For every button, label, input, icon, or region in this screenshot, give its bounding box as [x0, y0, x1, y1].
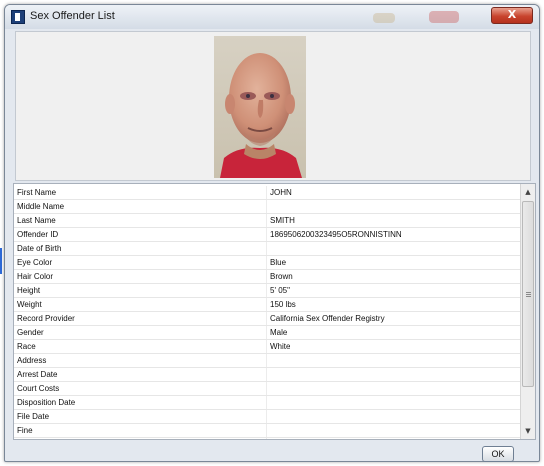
- field-value: 5' 05": [270, 286, 290, 295]
- table-row[interactable]: Offense Description 288(a) - LEWD OR LASC…: [14, 438, 520, 439]
- details-rows: First Name JOHN Middle Name Last Name SMITH O…: [14, 186, 520, 439]
- column-divider: [266, 270, 267, 283]
- field-label: Address: [17, 356, 47, 365]
- table-row[interactable]: File Date: [14, 410, 520, 424]
- table-row[interactable]: Weight 150 lbs: [14, 298, 520, 312]
- column-divider: [266, 298, 267, 311]
- field-label: File Date: [17, 412, 50, 421]
- column-divider: [266, 284, 267, 297]
- field-value: JOHN: [270, 188, 292, 197]
- ok-button[interactable]: OK: [482, 446, 514, 462]
- app-icon: [11, 10, 25, 24]
- portrait-image: [214, 36, 306, 178]
- blurred-icon: [429, 11, 459, 23]
- field-label: Race: [17, 342, 36, 351]
- background-window-edge: [0, 248, 2, 274]
- table-row[interactable]: Hair Color Brown: [14, 270, 520, 284]
- close-button[interactable]: X: [491, 7, 533, 24]
- scroll-down-arrow-icon[interactable]: ▼: [522, 425, 534, 437]
- field-value: California Sex Offender Registry: [270, 314, 385, 323]
- field-value: Male: [270, 328, 288, 337]
- column-divider: [266, 256, 267, 269]
- field-value: Blue: [270, 258, 287, 267]
- field-value: Brown: [270, 272, 293, 281]
- field-label: Offense Description: [17, 438, 87, 439]
- field-label: Date of Birth: [17, 244, 62, 253]
- table-row[interactable]: Address: [14, 354, 520, 368]
- table-row[interactable]: Last Name SMITH: [14, 214, 520, 228]
- field-label: Offender ID: [17, 230, 59, 239]
- field-label: Last Name: [17, 216, 56, 225]
- column-divider: [266, 368, 267, 381]
- title-bar[interactable]: Sex Offender List X: [5, 5, 539, 29]
- field-label: Middle Name: [17, 202, 65, 211]
- field-label: Arrest Date: [17, 370, 58, 379]
- field-label: Disposition Date: [17, 398, 76, 407]
- column-divider: [266, 242, 267, 255]
- details-table[interactable]: First Name JOHN Middle Name Last Name SMITH O…: [13, 183, 536, 440]
- grip-icon: [526, 294, 531, 295]
- column-divider: [266, 382, 267, 395]
- column-divider: [266, 396, 267, 409]
- offender-photo: [214, 36, 306, 178]
- field-label: Court Costs: [17, 384, 60, 393]
- blurred-icon: [373, 13, 395, 23]
- field-value: 150 lbs: [270, 300, 296, 309]
- field-label: Gender: [17, 328, 44, 337]
- field-label: First Name: [17, 188, 57, 197]
- column-divider: [266, 214, 267, 227]
- scrollbar-thumb[interactable]: [522, 201, 534, 387]
- column-divider: [266, 410, 267, 423]
- scroll-up-arrow-icon[interactable]: ▲: [522, 186, 534, 198]
- table-row[interactable]: Gender Male: [14, 326, 520, 340]
- column-divider: [266, 326, 267, 339]
- column-divider: [266, 186, 267, 199]
- table-row[interactable]: First Name JOHN: [14, 186, 520, 200]
- table-row[interactable]: Date of Birth: [14, 242, 520, 256]
- column-divider: [266, 424, 267, 437]
- column-divider: [266, 228, 267, 241]
- field-value: White: [270, 342, 291, 351]
- table-row[interactable]: Race White: [14, 340, 520, 354]
- column-divider: [266, 312, 267, 325]
- table-row[interactable]: Offender ID 1869506200323495O5RONNISTINN: [14, 228, 520, 242]
- table-row[interactable]: Height 5' 05": [14, 284, 520, 298]
- column-divider: [266, 200, 267, 213]
- column-divider: [266, 438, 267, 439]
- table-row[interactable]: Court Costs: [14, 382, 520, 396]
- table-row[interactable]: Disposition Date: [14, 396, 520, 410]
- table-row[interactable]: Arrest Date: [14, 368, 520, 382]
- field-label: Hair Color: [17, 272, 54, 281]
- photo-panel: [15, 31, 531, 181]
- field-label: Height: [17, 286, 41, 295]
- table-row[interactable]: Fine: [14, 424, 520, 438]
- field-value: SMITH: [270, 216, 295, 225]
- column-divider: [266, 340, 267, 353]
- window-title: Sex Offender List: [30, 10, 115, 22]
- table-row[interactable]: Record Provider California Sex Offender R…: [14, 312, 520, 326]
- field-label: Eye Color: [17, 258, 53, 267]
- table-row[interactable]: Middle Name: [14, 200, 520, 214]
- vertical-scrollbar[interactable]: ▲ ▼: [520, 184, 535, 439]
- field-label: Weight: [17, 300, 42, 309]
- field-label: Record Provider: [17, 314, 75, 323]
- column-divider: [266, 354, 267, 367]
- field-label: Fine: [17, 426, 33, 435]
- table-row[interactable]: Eye Color Blue: [14, 256, 520, 270]
- field-value: 288(a) - LEWD OR LASCIVIOUS ACTS WITH CH…: [270, 438, 508, 439]
- field-value: 1869506200323495O5RONNISTINN: [270, 230, 402, 239]
